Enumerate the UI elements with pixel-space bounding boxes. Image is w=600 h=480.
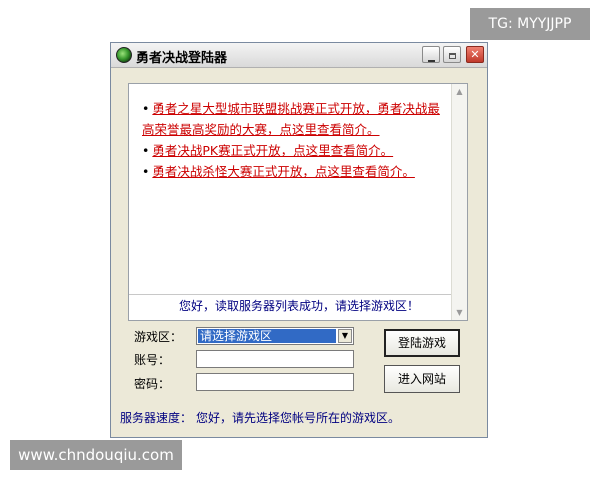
watermark-top: TG: MYYJJPP bbox=[470, 8, 590, 40]
account-input[interactable] bbox=[196, 350, 354, 368]
watermark-bottom: www.chndouqiu.com bbox=[10, 440, 182, 470]
close-icon: ✕ bbox=[470, 48, 480, 61]
news-item-1[interactable]: • 勇者之星大型城市联盟挑战赛正式开放，勇者决战最高荣誉最高奖励的大赛，点这里查看… bbox=[142, 98, 447, 140]
news-link-2[interactable]: 勇者决战PK赛正式开放，点这里查看简介。 bbox=[152, 143, 393, 158]
news-item-3[interactable]: • 勇者决战杀怪大赛正式开放，点这里查看简介。 bbox=[142, 161, 447, 182]
window-title: 勇者决战登陆器 bbox=[136, 51, 228, 66]
login-window: 勇者决战登陆器 ✕ • 勇者之星大型城市联盟挑战赛正式开放，勇者决战最高荣誉最高奖… bbox=[110, 42, 488, 438]
news-item-2[interactable]: • 勇者决战PK赛正式开放，点这里查看简介。 bbox=[142, 140, 447, 161]
minimize-icon bbox=[427, 60, 435, 62]
server-speed-text: 您好，请先选择您帐号所在的游戏区。 bbox=[196, 411, 401, 425]
title-bar[interactable]: 勇者决战登陆器 ✕ bbox=[111, 43, 487, 68]
close-button[interactable]: ✕ bbox=[466, 46, 484, 63]
news-scrollbar[interactable]: ▲ ▼ bbox=[451, 84, 467, 320]
bullet: • bbox=[142, 101, 150, 116]
chevron-down-icon[interactable]: ▼ bbox=[338, 329, 352, 343]
status-message: 您好，读取服务器列表成功，请选择游戏区！ bbox=[178, 299, 419, 313]
green-orb-icon bbox=[116, 47, 132, 63]
zone-selected-value: 请选择游戏区 bbox=[198, 329, 336, 343]
news-link-1[interactable]: 勇者之星大型城市联盟挑战赛正式开放，勇者决战最高荣誉最高奖励的大赛，点这里查看简… bbox=[142, 101, 440, 137]
news-link-3[interactable]: 勇者决战杀怪大赛正式开放，点这里查看简介。 bbox=[152, 164, 415, 179]
maximize-icon bbox=[448, 53, 456, 59]
login-button[interactable]: 登陆游戏 bbox=[384, 329, 460, 357]
account-label: 账号： bbox=[134, 353, 171, 367]
maximize-button[interactable] bbox=[443, 46, 461, 63]
news-divider bbox=[129, 294, 452, 295]
password-label: 密码： bbox=[134, 377, 171, 391]
bullet: • bbox=[142, 143, 150, 158]
zone-label: 游戏区： bbox=[134, 330, 183, 344]
news-panel: • 勇者之星大型城市联盟挑战赛正式开放，勇者决战最高荣誉最高奖励的大赛，点这里查看… bbox=[128, 83, 468, 321]
website-button[interactable]: 进入网站 bbox=[384, 365, 460, 393]
zone-select[interactable]: 请选择游戏区 ▼ bbox=[196, 327, 354, 345]
password-input[interactable] bbox=[196, 373, 354, 391]
server-speed-label: 服务器速度： bbox=[120, 411, 193, 425]
scroll-up-icon[interactable]: ▲ bbox=[453, 85, 466, 98]
minimize-button[interactable] bbox=[422, 46, 440, 63]
bullet: • bbox=[142, 164, 150, 179]
news-list: • 勇者之星大型城市联盟挑战赛正式开放，勇者决战最高荣誉最高奖励的大赛，点这里查看… bbox=[129, 84, 447, 182]
